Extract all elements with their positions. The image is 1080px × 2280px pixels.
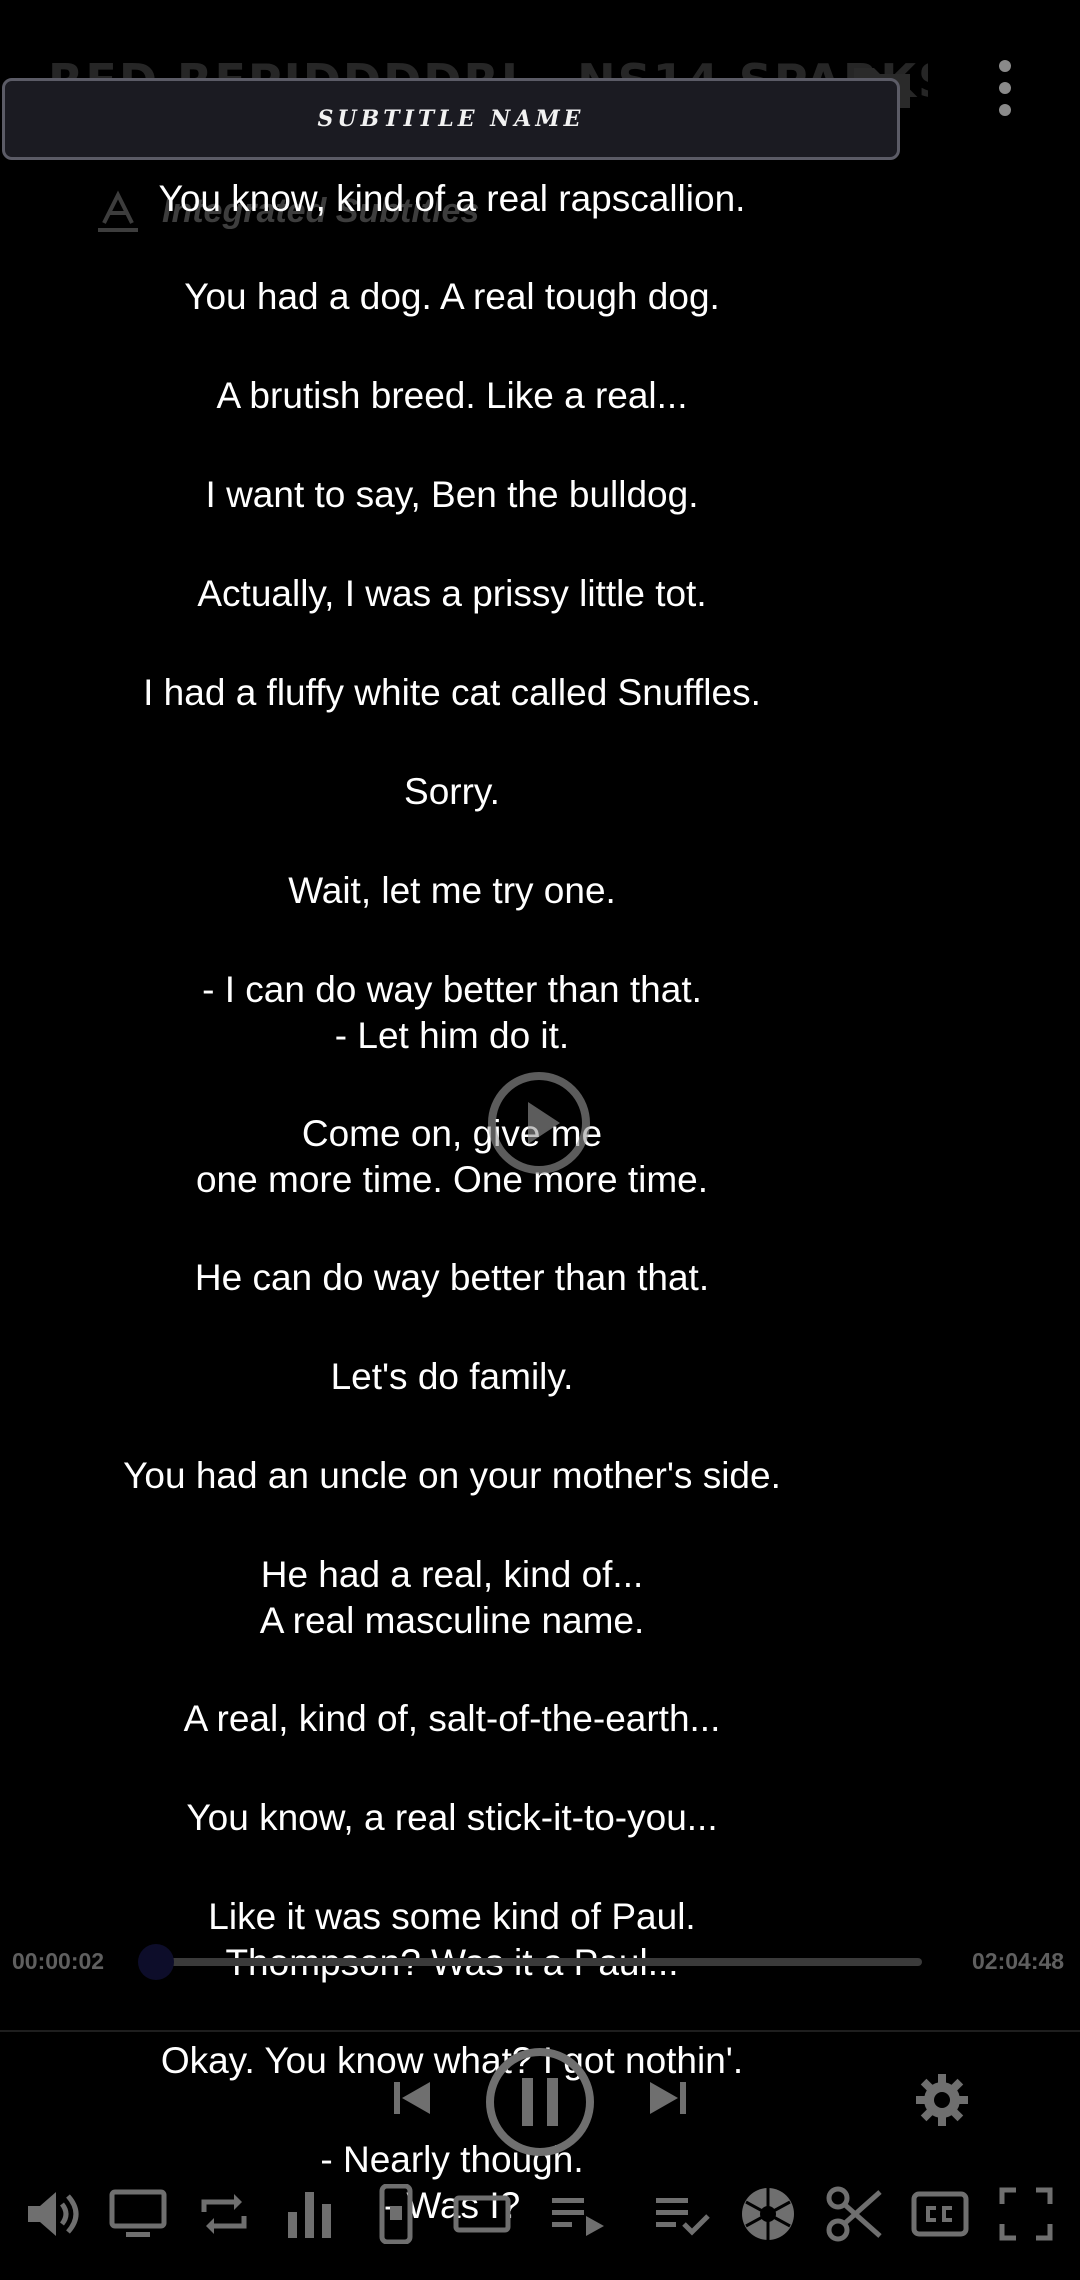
seek-thumb[interactable] xyxy=(138,1944,174,1980)
portrait-icon[interactable] xyxy=(366,2184,426,2244)
video-player-screen: RED REPIDDDDRI - NS14 SPARKS SUBTITLE NA… xyxy=(0,0,1080,2280)
subtitle-line[interactable]: Like it was some kind of Paul. Thompson?… xyxy=(0,1894,904,1986)
scissors-icon[interactable] xyxy=(824,2184,884,2244)
aspect-ratio-icon[interactable] xyxy=(452,2184,512,2244)
shutter-icon[interactable] xyxy=(738,2184,798,2244)
subtitle-line[interactable]: He can do way better than that. xyxy=(0,1255,904,1301)
settings-icon[interactable] xyxy=(914,2072,970,2128)
subtitle-line[interactable]: Actually, I was a prissy little tot. xyxy=(0,571,904,617)
subtitle-line[interactable]: A real, kind of, salt-of-the-earth... xyxy=(0,1696,904,1742)
seek-bar[interactable] xyxy=(162,1958,922,1966)
closed-captions-icon[interactable] xyxy=(910,2184,970,2244)
bottom-toolbar xyxy=(0,2180,1080,2250)
volume-icon[interactable] xyxy=(22,2184,82,2244)
divider xyxy=(0,2030,1080,2032)
subtitle-line[interactable]: Sorry. xyxy=(0,769,904,815)
subtitle-line[interactable]: I want to say, Ben the bulldog. xyxy=(0,472,904,518)
subtitle-line[interactable]: A brutish breed. Like a real... xyxy=(0,373,904,419)
subtitle-line[interactable]: You had an uncle on your mother's side. xyxy=(0,1453,904,1499)
playlist-check-icon[interactable] xyxy=(652,2184,712,2244)
subtitle-line[interactable]: Come on, give me one more time. One more… xyxy=(0,1111,904,1203)
repeat-icon[interactable] xyxy=(194,2184,254,2244)
pause-circle-icon[interactable] xyxy=(484,2046,596,2158)
total-time: 02:04:48 xyxy=(972,1948,1065,1974)
play-circle-icon[interactable] xyxy=(486,1070,592,1176)
display-icon[interactable] xyxy=(108,2184,168,2244)
skip-previous-icon[interactable] xyxy=(390,2076,434,2120)
current-time: 00:00:02 xyxy=(12,1948,105,1974)
more-vert-icon[interactable] xyxy=(990,60,1020,116)
subtitle-name-label: SUBTITLE NAME xyxy=(317,106,585,132)
subtitle-line[interactable]: I had a fluffy white cat called Snuffles… xyxy=(0,670,904,716)
subtitle-line[interactable]: Okay. You know what? I got nothin'. xyxy=(0,2038,904,2084)
subtitle-line[interactable]: Let's do family. xyxy=(0,1354,904,1400)
subtitle-name-banner[interactable]: SUBTITLE NAME xyxy=(2,78,900,160)
subtitle-line[interactable]: You had a dog. A real tough dog. xyxy=(0,274,904,320)
subtitle-line[interactable]: Wait, let me try one. xyxy=(0,868,904,914)
subtitle-line[interactable]: He had a real, kind of... A real masculi… xyxy=(0,1552,904,1644)
fullscreen-icon[interactable] xyxy=(996,2184,1056,2244)
subtitle-line[interactable]: You know, kind of a real rapscallion. xyxy=(0,176,904,222)
equalizer-icon[interactable] xyxy=(280,2184,340,2244)
subtitle-line[interactable]: You know, a real stick-it-to-you... xyxy=(0,1795,904,1841)
skip-next-icon[interactable] xyxy=(646,2076,690,2120)
subtitle-line[interactable]: - I can do way better than that. - Let h… xyxy=(0,967,904,1059)
playlist-play-icon[interactable] xyxy=(548,2184,608,2244)
